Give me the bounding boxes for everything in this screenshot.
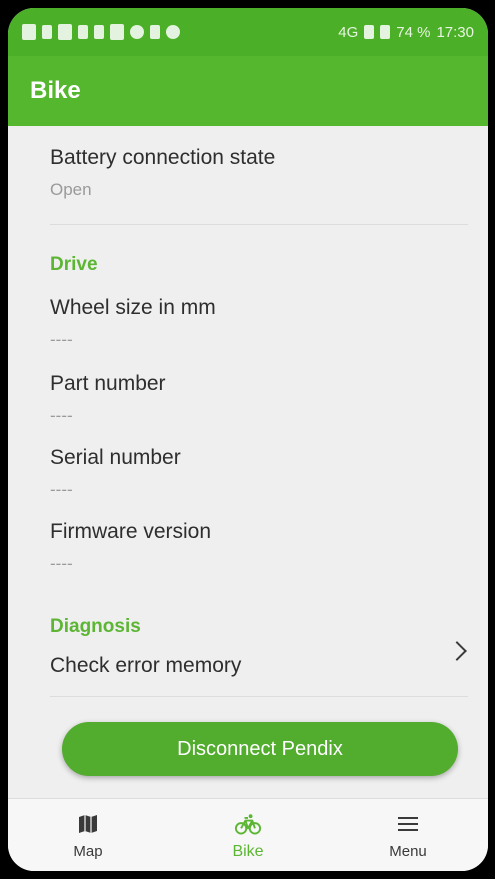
- person-icon: [94, 25, 104, 39]
- section-header-diagnosis: Diagnosis: [50, 616, 141, 637]
- page-title: Bike: [30, 77, 81, 104]
- nav-label-map: Map: [73, 843, 103, 860]
- person-icon: [42, 25, 52, 39]
- wheel-size-value: ----: [50, 330, 73, 349]
- status-right: 4G 74 % 17:30: [338, 24, 474, 41]
- wifi-icon: [166, 25, 180, 39]
- calendar-icon: [110, 24, 124, 40]
- part-number-label: Part number: [50, 372, 166, 395]
- status-bar: 4G 74 % 17:30: [8, 8, 488, 56]
- wheel-size-label: Wheel size in mm: [50, 296, 216, 319]
- serial-number-label: Serial number: [50, 446, 181, 469]
- bluetooth-icon: [150, 25, 160, 39]
- person-icon: [78, 25, 88, 39]
- firmware-version-item: Firmware version ----: [50, 520, 468, 574]
- bike-icon: [235, 811, 261, 837]
- part-number-value: ----: [50, 406, 73, 425]
- location-icon: [130, 25, 144, 39]
- disconnect-button[interactable]: Disconnect Pendix: [62, 722, 458, 776]
- battery-icon: [380, 25, 391, 39]
- firmware-version-value: ----: [50, 554, 73, 573]
- check-error-memory-item[interactable]: Check error memory: [50, 654, 468, 686]
- battery-connection-value: Open: [50, 180, 92, 199]
- bike-details[interactable]: Battery connection state Open Drive Whee…: [8, 126, 488, 798]
- divider: [50, 224, 468, 225]
- nav-item-bike[interactable]: Bike: [168, 799, 328, 871]
- battery-connection-item: Battery connection state Open: [50, 146, 468, 200]
- nav-item-map[interactable]: Map: [8, 799, 168, 871]
- check-error-memory-label: Check error memory: [50, 654, 242, 677]
- app-bar: Bike: [8, 56, 488, 126]
- firmware-version-label: Firmware version: [50, 520, 212, 543]
- clock: 17:30: [436, 23, 474, 41]
- wheel-size-item: Wheel size in mm ----: [50, 296, 468, 350]
- nav-label-bike: Bike: [232, 842, 264, 860]
- network-type: 4G: [338, 23, 359, 41]
- notification-icons: [22, 24, 338, 40]
- signal-icon: [364, 25, 375, 39]
- battery-percent: 74 %: [396, 23, 431, 41]
- menu-icon: [395, 811, 421, 837]
- image-icon: [58, 24, 72, 40]
- message-icon: [22, 24, 36, 40]
- bottom-navigation: Map Bike Menu: [8, 798, 488, 871]
- divider: [50, 696, 468, 697]
- serial-number-item: Serial number ----: [50, 446, 468, 500]
- phone-screen: 4G 74 % 17:30 Bike Battery connection st…: [8, 8, 488, 871]
- nav-label-menu: Menu: [389, 843, 427, 860]
- section-header-drive: Drive: [50, 254, 98, 275]
- part-number-item: Part number ----: [50, 372, 468, 426]
- nav-item-menu[interactable]: Menu: [328, 799, 488, 871]
- serial-number-value: ----: [50, 480, 73, 499]
- map-icon: [75, 811, 101, 837]
- device-frame: 4G 74 % 17:30 Bike Battery connection st…: [0, 0, 495, 879]
- battery-connection-label: Battery connection state: [50, 146, 276, 169]
